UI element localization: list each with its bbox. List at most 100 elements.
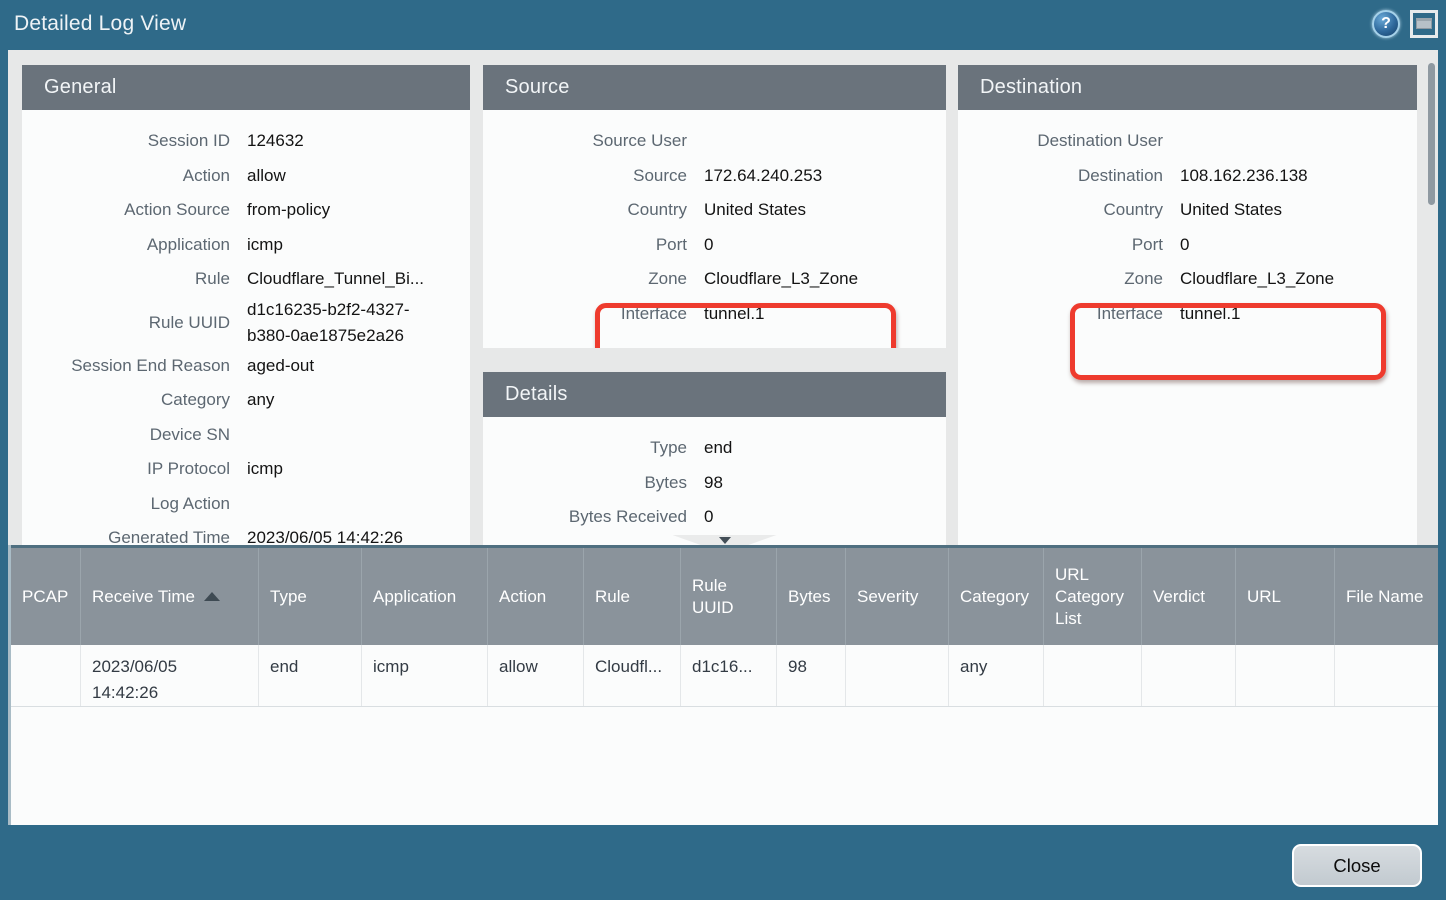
field-row-destination: Destination 108.162.236.138 bbox=[958, 159, 1417, 194]
detailed-log-view-dialog: { "colors": { "chrome_teal": "#2f6a89", … bbox=[0, 0, 1446, 900]
field-label: Source bbox=[483, 163, 687, 189]
field-value: any bbox=[247, 387, 274, 413]
log-table-header: PCAP Receive Time Type Application Actio… bbox=[11, 545, 1438, 645]
field-label: Interface bbox=[958, 301, 1163, 327]
chevron-down-icon bbox=[719, 537, 731, 544]
dialog-title: Detailed Log View bbox=[14, 12, 186, 36]
field-label: Session ID bbox=[22, 128, 230, 154]
field-value: Cloudflare_L3_Zone bbox=[1180, 266, 1334, 292]
field-value: United States bbox=[1180, 197, 1282, 223]
field-value: 172.64.240.253 bbox=[704, 163, 822, 189]
field-value: tunnel.1 bbox=[1180, 301, 1241, 327]
cell-action: allow bbox=[487, 645, 583, 706]
field-value: allow bbox=[247, 163, 286, 189]
field-label: Type bbox=[483, 435, 687, 461]
col-header-severity[interactable]: Severity bbox=[845, 548, 948, 645]
field-value: tunnel.1 bbox=[704, 301, 765, 327]
field-label: Zone bbox=[958, 266, 1163, 292]
close-button[interactable]: Close bbox=[1292, 844, 1422, 887]
col-header-rule[interactable]: Rule bbox=[583, 548, 680, 645]
col-label: Action bbox=[499, 586, 546, 608]
field-label: Action bbox=[22, 163, 230, 189]
col-label: Bytes bbox=[788, 586, 831, 608]
field-label: Interface bbox=[483, 301, 687, 327]
col-label: Rule UUID bbox=[692, 575, 765, 619]
field-row-port: Port 0 bbox=[483, 228, 946, 263]
field-value: icmp bbox=[247, 232, 283, 258]
content-scrollbar-thumb[interactable] bbox=[1428, 63, 1435, 205]
field-label: Action Source bbox=[22, 197, 230, 223]
col-header-category[interactable]: Category bbox=[948, 548, 1043, 645]
col-label: File Name bbox=[1346, 586, 1423, 608]
col-header-type[interactable]: Type bbox=[258, 548, 361, 645]
col-header-rule-uuid[interactable]: Rule UUID bbox=[680, 548, 776, 645]
cell-verdict bbox=[1141, 645, 1235, 706]
field-value: 0 bbox=[704, 232, 713, 258]
field-row-rule-uuid: Rule UUID d1c16235-b2f2-4327-b380-0ae187… bbox=[22, 297, 470, 349]
field-value: aged-out bbox=[247, 353, 314, 379]
col-header-url-category-list[interactable]: URL Category List bbox=[1043, 548, 1141, 645]
field-row-rule: Rule Cloudflare_Tunnel_Bi... bbox=[22, 262, 470, 297]
col-header-url[interactable]: URL bbox=[1235, 548, 1334, 645]
field-label: Port bbox=[483, 232, 687, 258]
panel-details-header: Details bbox=[483, 372, 946, 417]
field-label: IP Protocol bbox=[22, 456, 230, 482]
help-icon[interactable]: ? bbox=[1372, 10, 1400, 38]
field-value: d1c16235-b2f2-4327-b380-0ae1875e2a26 bbox=[247, 297, 422, 349]
log-table: PCAP Receive Time Type Application Actio… bbox=[8, 545, 1438, 825]
field-row-bytes: Bytes 98 bbox=[483, 466, 946, 501]
field-row-zone: Zone Cloudflare_L3_Zone bbox=[958, 262, 1417, 297]
col-header-receive-time[interactable]: Receive Time bbox=[80, 548, 258, 645]
field-label: Bytes Received bbox=[483, 504, 687, 530]
col-header-application[interactable]: Application bbox=[361, 548, 487, 645]
field-row-zone: Zone Cloudflare_L3_Zone bbox=[483, 262, 946, 297]
field-row-action: Action allow bbox=[22, 159, 470, 194]
field-row-country: Country United States bbox=[958, 193, 1417, 228]
field-row-session-end-reason: Session End Reason aged-out bbox=[22, 349, 470, 384]
cell-file-name bbox=[1334, 645, 1438, 706]
col-header-file-name[interactable]: File Name bbox=[1334, 548, 1438, 645]
field-row-country: Country United States bbox=[483, 193, 946, 228]
window-icon[interactable] bbox=[1410, 10, 1438, 38]
content-scrollbar[interactable] bbox=[1424, 50, 1438, 545]
field-label: Destination User bbox=[958, 128, 1163, 154]
field-value: 0 bbox=[1180, 232, 1189, 258]
col-header-bytes[interactable]: Bytes bbox=[776, 548, 845, 645]
col-header-verdict[interactable]: Verdict bbox=[1141, 548, 1235, 645]
col-label: Rule bbox=[595, 586, 630, 608]
field-row-action-source: Action Source from-policy bbox=[22, 193, 470, 228]
field-row-session-id: Session ID 124632 bbox=[22, 124, 470, 159]
field-label: Device SN bbox=[22, 422, 230, 448]
field-label: Bytes bbox=[483, 470, 687, 496]
field-value: 2023/06/05 14:42:26 bbox=[247, 525, 403, 545]
col-label: Type bbox=[270, 586, 307, 608]
field-label: Country bbox=[958, 197, 1163, 223]
field-row-source: Source 172.64.240.253 bbox=[483, 159, 946, 194]
field-row-type: Type end bbox=[483, 431, 946, 466]
panel-source-body: Source User Source 172.64.240.253 Countr… bbox=[483, 110, 946, 331]
col-header-pcap[interactable]: PCAP bbox=[11, 548, 80, 645]
col-header-action[interactable]: Action bbox=[487, 548, 583, 645]
cell-receive-time: 2023/06/05 14:42:26 bbox=[80, 645, 258, 706]
field-row-ip-protocol: IP Protocol icmp bbox=[22, 452, 470, 487]
col-label: Category bbox=[960, 586, 1029, 608]
field-row-interface: Interface tunnel.1 bbox=[958, 297, 1417, 332]
panel-destination: Destination Destination User Destination… bbox=[958, 65, 1417, 545]
panel-source-header: Source bbox=[483, 65, 946, 110]
col-label: Receive Time bbox=[92, 586, 195, 608]
field-label: Country bbox=[483, 197, 687, 223]
field-label: Port bbox=[958, 232, 1163, 258]
cell-rule-uuid: d1c16... bbox=[680, 645, 776, 706]
cell-severity bbox=[845, 645, 948, 706]
col-label: PCAP bbox=[22, 586, 68, 608]
field-value: Cloudflare_L3_Zone bbox=[704, 266, 858, 292]
titlebar: Detailed Log View ? bbox=[0, 0, 1446, 50]
field-value: end bbox=[704, 435, 732, 461]
field-value: from-policy bbox=[247, 197, 330, 223]
log-table-row[interactable]: 2023/06/05 14:42:26 end icmp allow Cloud… bbox=[11, 645, 1438, 707]
cell-type: end bbox=[258, 645, 361, 706]
field-value: 124632 bbox=[247, 128, 304, 154]
panel-general-header: General bbox=[22, 65, 470, 110]
cell-application: icmp bbox=[361, 645, 487, 706]
col-label: Severity bbox=[857, 586, 918, 608]
